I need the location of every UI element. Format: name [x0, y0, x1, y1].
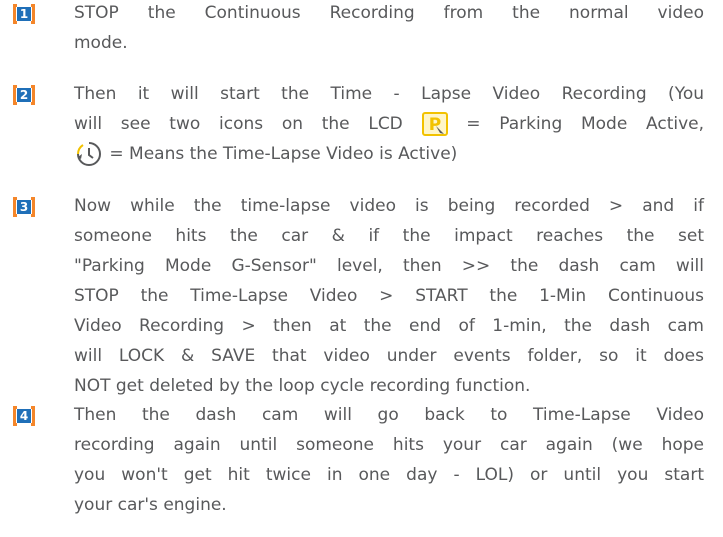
step-text: Then it will start the Time - Lapse Vide… [74, 79, 704, 169]
text-line: someone hits the car & if the impact rea… [74, 226, 704, 246]
text-line: STOP the Time-Lapse Video > START the 1-… [74, 286, 704, 306]
step-text: Then the dash cam will go back to Time-L… [74, 400, 704, 520]
step-number-badge: 4 [13, 406, 35, 426]
timelapse-icon [77, 142, 101, 166]
text-line: you won't get hit twice in one day - LOL… [74, 465, 704, 485]
step-number: 1 [16, 7, 32, 21]
text-line: your car's engine. [74, 495, 227, 515]
text-line: = Means the Time-Lapse Video is Active) [74, 139, 704, 169]
step-number-badge: 1 [13, 4, 35, 24]
text-line: Now while the time-lapse video is being … [74, 196, 704, 216]
step-number-badge: 3 [13, 197, 35, 217]
step-text: Now while the time-lapse video is being … [74, 191, 704, 401]
step-number: 3 [16, 200, 32, 214]
step-number-badge: 2 [13, 85, 35, 105]
text-line: recording again until someone hits your … [74, 435, 704, 455]
parking-mode-icon: P [421, 112, 448, 136]
step-number: 4 [16, 409, 32, 423]
text-line: NOT get deleted by the loop cycle record… [74, 376, 531, 396]
text-line: will LOCK & SAVE that video under events… [74, 346, 704, 366]
text-line: "Parking Mode G-Sensor" level, then >> t… [74, 256, 704, 276]
text-line: Then the dash cam will go back to Time-L… [74, 405, 704, 425]
text-fragment: will see two icons on the LCD [74, 114, 403, 134]
text-line: STOP the Continuous Recording from the n… [74, 3, 704, 23]
svg-text:P: P [428, 115, 440, 135]
text-fragment: = Means the Time-Lapse Video is Active) [109, 144, 458, 164]
step-number: 2 [16, 88, 32, 102]
text-fragment: = Parking Mode Active, [466, 114, 705, 134]
instructions-page: 1 STOP the Continuous Recording from the… [0, 0, 723, 537]
text-line: Then it will start the Time - Lapse Vide… [74, 84, 704, 104]
text-line: mode. [74, 33, 128, 53]
text-line: will see two icons on the LCD P = Parkin… [74, 109, 704, 139]
text-line: Video Recording > then at the end of 1-m… [74, 316, 704, 336]
step-text: STOP the Continuous Recording from the n… [74, 0, 704, 58]
